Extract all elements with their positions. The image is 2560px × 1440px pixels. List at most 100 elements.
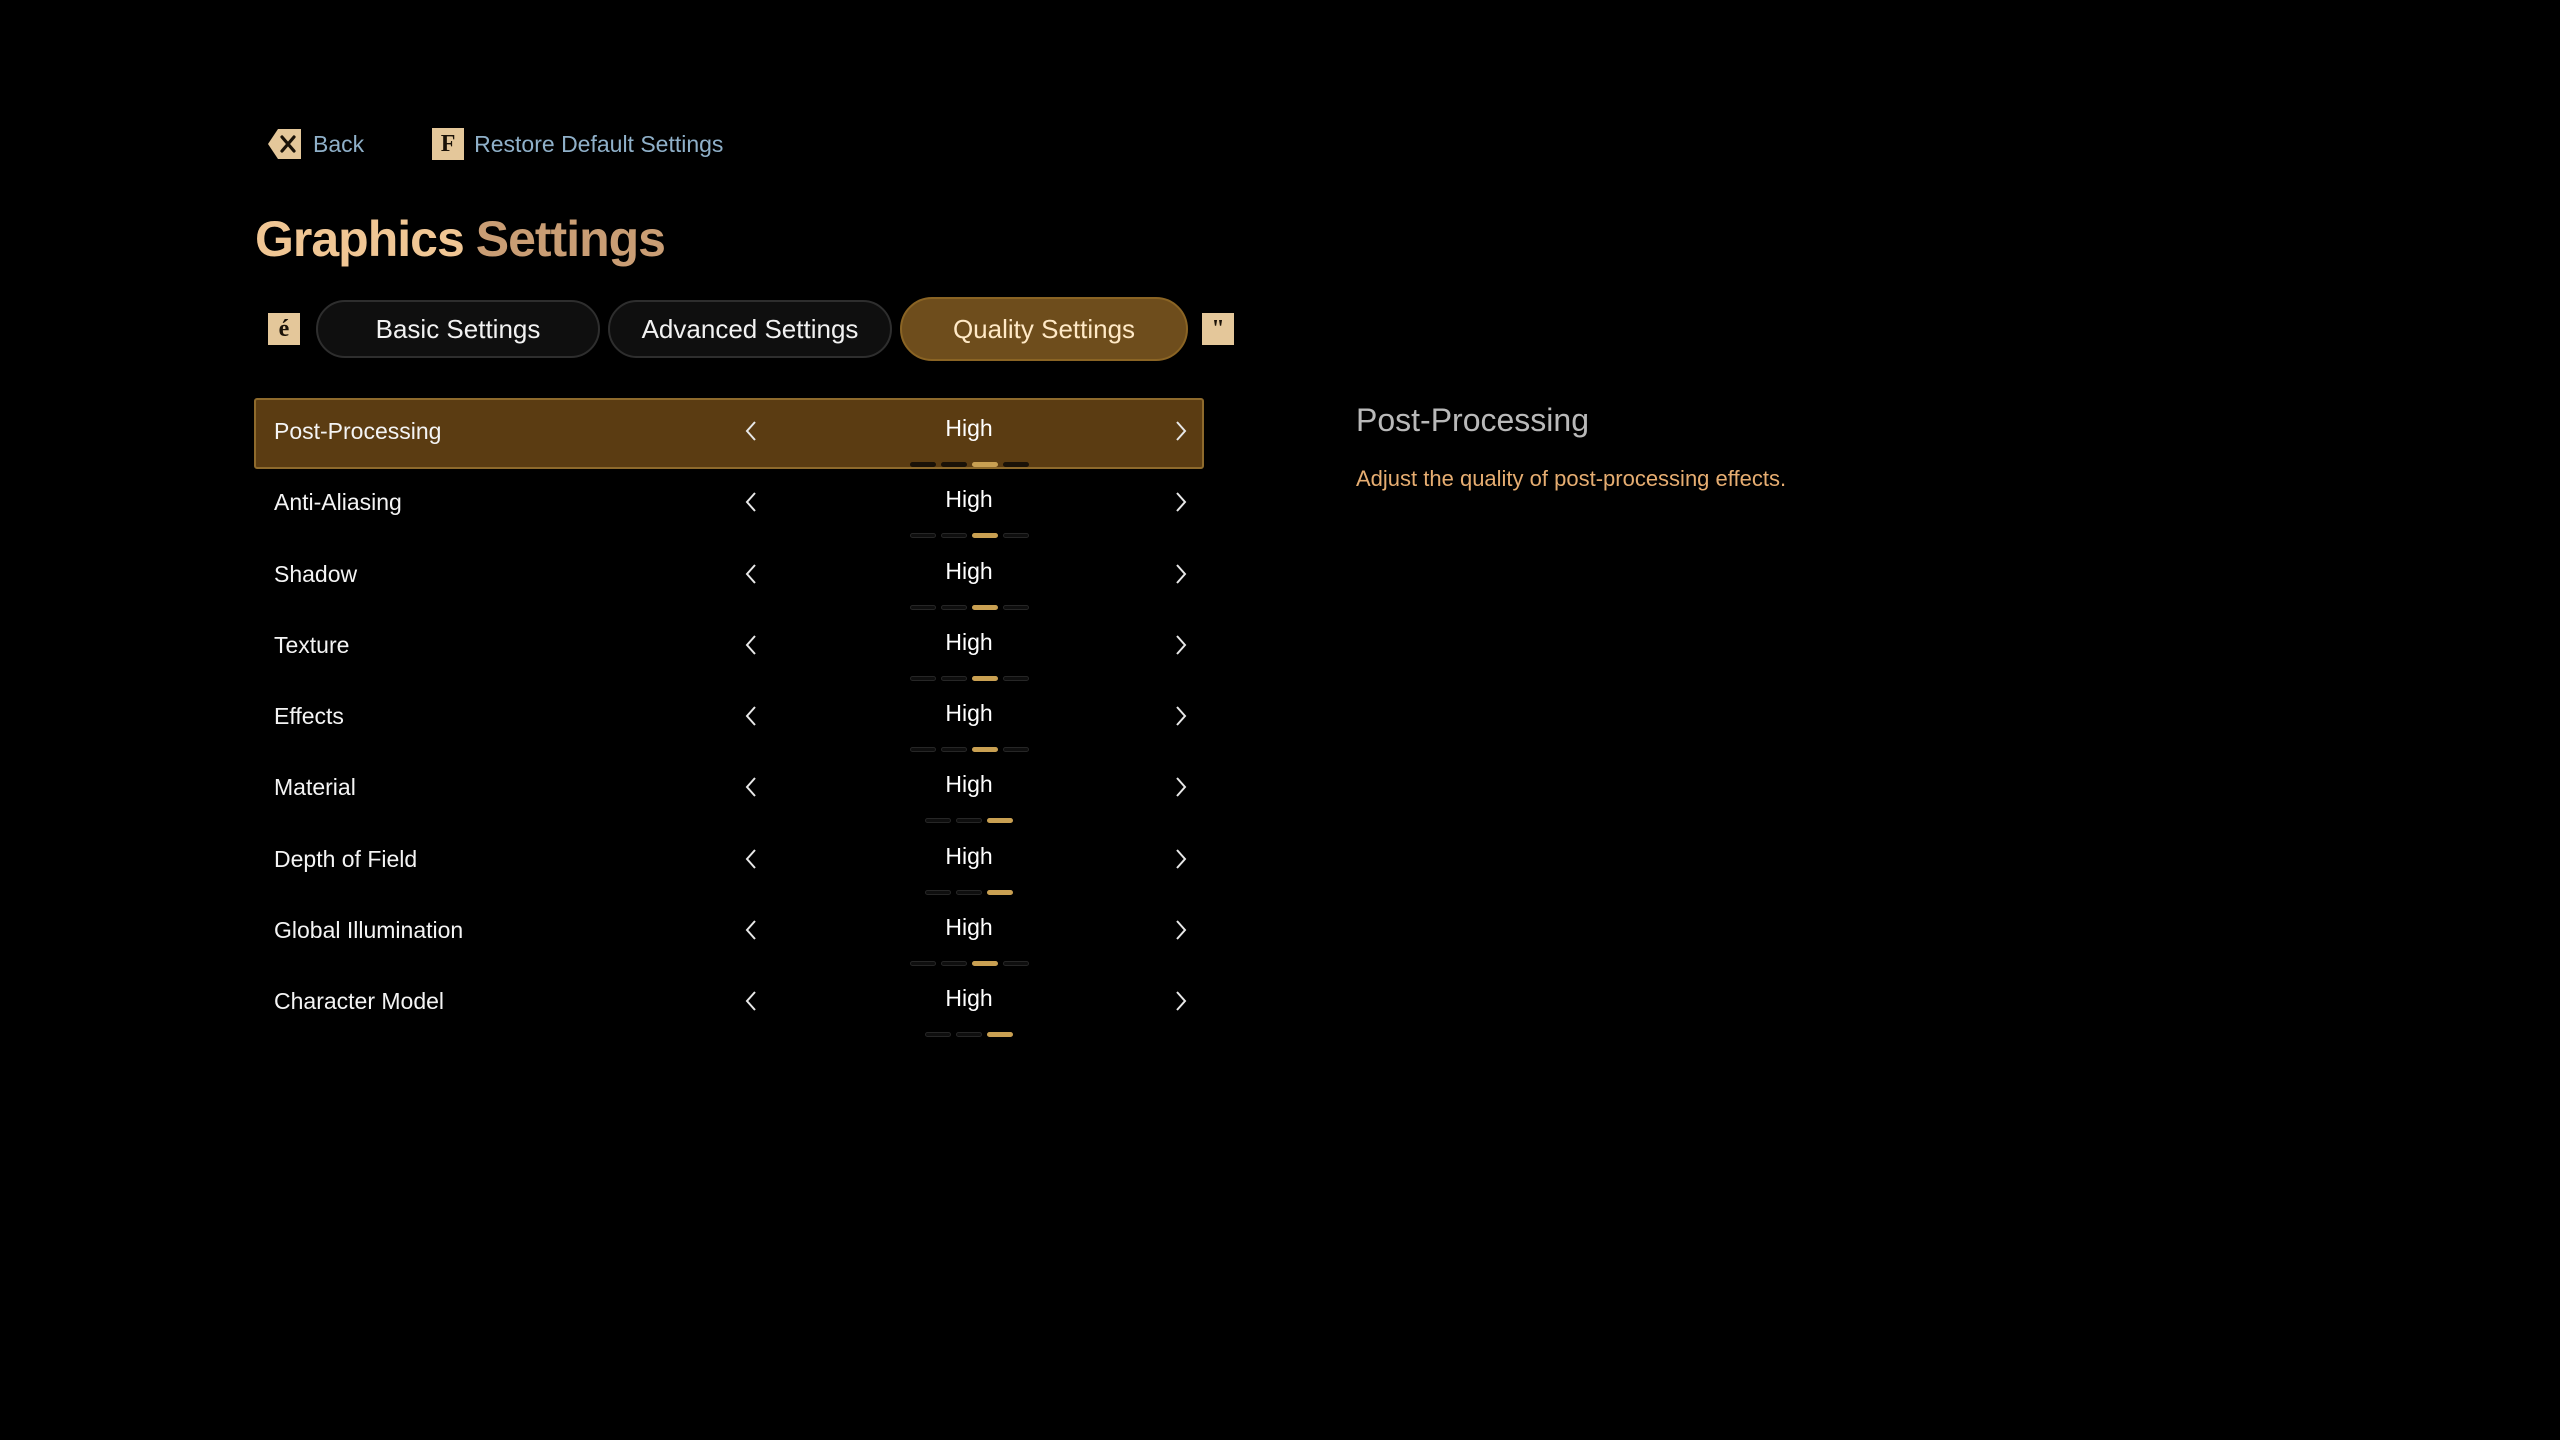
level-indicator	[254, 604, 1204, 611]
setting-name: Texture	[274, 631, 350, 658]
level-pip	[987, 889, 1013, 895]
setting-value: High	[945, 486, 993, 513]
level-pip	[909, 533, 936, 539]
setting-name: Character Model	[274, 988, 445, 1015]
level-indicator	[254, 889, 1204, 896]
setting-value: High	[945, 985, 993, 1012]
right-bumper-key-icon[interactable]: "	[1202, 313, 1234, 345]
setting-row[interactable]: Post-Processing High	[254, 398, 1204, 470]
tab-bar: é Basic Settings Advanced Settings Quali…	[268, 296, 1234, 362]
level-pip	[925, 889, 951, 895]
backspace-x-icon	[268, 129, 301, 159]
level-pip	[925, 1032, 951, 1038]
level-pip	[909, 961, 936, 967]
tab-quality-settings[interactable]: Quality Settings	[900, 297, 1188, 361]
setting-value: High	[945, 771, 993, 798]
page-title-primary: Graphics	[255, 211, 465, 267]
level-pip	[971, 675, 998, 681]
setting-row[interactable]: Depth of Field High	[254, 826, 1204, 897]
page-title-secondary: Settings	[475, 211, 666, 267]
level-pip	[940, 961, 967, 967]
level-pip	[909, 675, 936, 681]
level-pip	[956, 889, 982, 895]
setting-value: High	[945, 557, 993, 584]
level-indicator	[254, 675, 1204, 682]
level-pip	[1002, 747, 1029, 753]
level-pip	[940, 462, 967, 467]
tab-advanced-settings[interactable]: Advanced Settings	[608, 300, 892, 358]
level-pip	[940, 604, 967, 610]
setting-name: Anti-Aliasing	[274, 489, 402, 516]
level-indicator	[254, 747, 1204, 753]
chevron-right-icon[interactable]	[1165, 701, 1195, 731]
level-indicator	[256, 462, 1202, 468]
setting-name: Post-Processing	[274, 418, 442, 444]
chevron-right-icon[interactable]	[1165, 986, 1195, 1016]
setting-value: High	[945, 914, 993, 941]
chevron-left-icon[interactable]	[737, 986, 767, 1016]
setting-value: High	[945, 628, 993, 655]
f-key-icon: F	[432, 128, 465, 160]
back-label: Back	[313, 130, 365, 157]
level-pip	[909, 462, 936, 467]
level-pip	[925, 818, 951, 824]
level-pip	[909, 747, 936, 753]
setting-value: High	[945, 415, 993, 441]
level-pip	[909, 604, 936, 610]
level-pip	[956, 1032, 982, 1038]
level-pip	[987, 1032, 1013, 1038]
setting-row[interactable]: Global Illumination High	[254, 897, 1204, 968]
chevron-right-icon[interactable]	[1165, 630, 1195, 660]
setting-name: Material	[274, 774, 356, 801]
page-title: Graphics Settings	[255, 210, 666, 268]
setting-row[interactable]: Material High	[254, 754, 1204, 825]
description-text: Adjust the quality of post-processing ef…	[1356, 466, 1787, 491]
chevron-right-icon[interactable]	[1165, 416, 1195, 446]
level-pip	[956, 818, 982, 824]
restore-defaults-label: Restore Default Settings	[474, 130, 724, 157]
setting-row[interactable]: Texture High	[254, 612, 1204, 683]
level-indicator	[254, 818, 1204, 824]
level-pip	[1002, 462, 1029, 467]
setting-row[interactable]: Character Model High	[254, 968, 1204, 1039]
graphics-settings-screen: Back F Restore Default Settings Graphics…	[0, 0, 2560, 1440]
level-pip	[987, 818, 1013, 824]
chevron-right-icon[interactable]	[1165, 559, 1195, 589]
setting-value: High	[945, 700, 993, 727]
chevron-left-icon[interactable]	[737, 559, 767, 589]
left-bumper-key-icon[interactable]: é	[268, 313, 300, 345]
chevron-left-icon[interactable]	[737, 844, 767, 874]
chevron-left-icon[interactable]	[737, 915, 767, 945]
level-pip	[971, 462, 998, 467]
setting-row[interactable]: Anti-Aliasing High	[254, 469, 1204, 540]
setting-value: High	[945, 842, 993, 869]
chevron-right-icon[interactable]	[1165, 915, 1195, 945]
restore-defaults-button[interactable]: F Restore Default Settings	[432, 128, 723, 160]
chevron-right-icon[interactable]	[1165, 844, 1195, 874]
level-indicator	[254, 961, 1204, 967]
setting-row[interactable]: Shadow High	[254, 541, 1204, 612]
level-pip	[1002, 533, 1029, 539]
level-pip	[940, 675, 967, 681]
setting-row[interactable]: Effects High	[254, 683, 1204, 754]
back-button[interactable]: Back	[267, 128, 364, 160]
level-pip	[971, 747, 998, 753]
chevron-left-icon[interactable]	[737, 701, 767, 731]
level-pip	[971, 604, 998, 610]
chevron-left-icon[interactable]	[737, 630, 767, 660]
tab-basic-settings[interactable]: Basic Settings	[316, 300, 600, 358]
level-indicator	[254, 1032, 1204, 1038]
setting-name: Shadow	[274, 560, 358, 587]
chevron-left-icon[interactable]	[737, 772, 767, 802]
setting-name: Global Illumination	[274, 917, 464, 944]
chevron-right-icon[interactable]	[1165, 487, 1195, 517]
chevron-left-icon[interactable]	[737, 487, 767, 517]
chevron-left-icon[interactable]	[737, 416, 767, 446]
top-action-bar: Back F Restore Default Settings	[267, 126, 723, 162]
setting-name: Depth of Field	[274, 845, 418, 872]
level-pip	[971, 533, 998, 539]
setting-name: Effects	[274, 703, 344, 730]
chevron-right-icon[interactable]	[1165, 772, 1195, 802]
level-pip	[1002, 675, 1029, 681]
level-pip	[1002, 604, 1029, 610]
